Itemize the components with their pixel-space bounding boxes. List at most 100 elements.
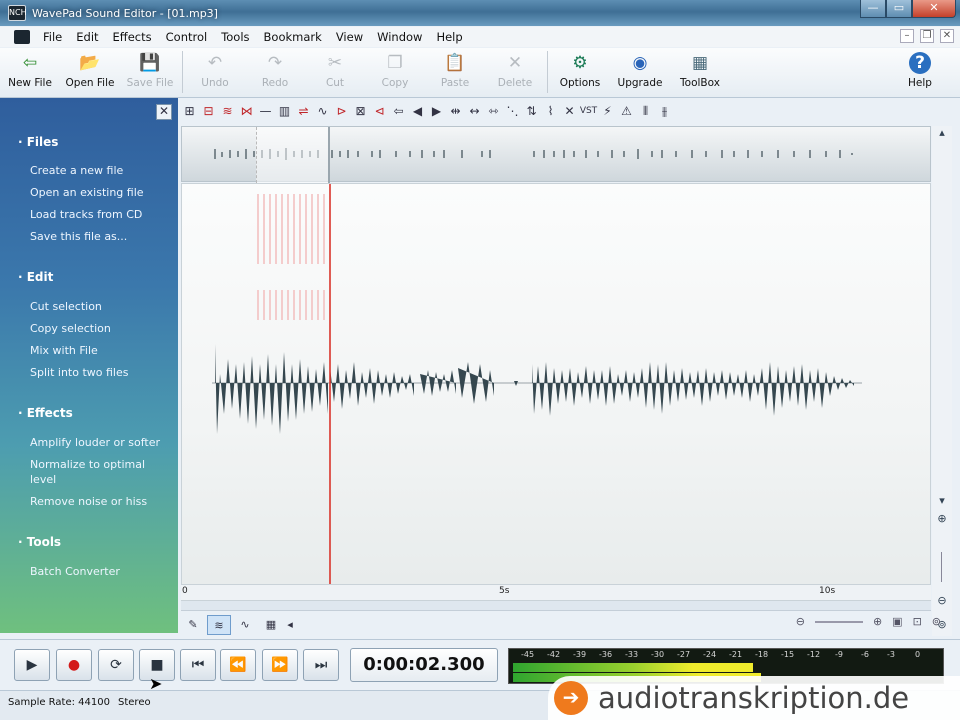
sidebar-create-new-file[interactable]: Create a new file <box>30 163 170 178</box>
arrow-left-icon[interactable]: ⇦ <box>389 102 408 120</box>
insert-icon[interactable]: ⇌ <box>294 102 313 120</box>
loop-button[interactable]: ⟳ <box>98 649 134 681</box>
overview-selection[interactable] <box>256 127 330 183</box>
echo-icon[interactable]: ∿ <box>313 102 332 120</box>
scroll-down-arrow-icon[interactable]: ▾ <box>935 494 949 508</box>
trim-icon[interactable]: ⊟ <box>199 102 218 120</box>
compress-icon[interactable]: ⇹ <box>446 102 465 120</box>
vertical-zoom-out-icon[interactable]: ⊖ <box>935 594 949 608</box>
scroll-up-arrow-icon[interactable]: ▴ <box>935 126 949 140</box>
fast-forward-button[interactable]: ⏩ <box>262 649 298 681</box>
envelope-icon[interactable]: ⌇ <box>541 102 560 120</box>
horizontal-scrollbar[interactable] <box>181 601 931 611</box>
doc-minimize-button[interactable]: – <box>900 29 914 43</box>
doc-close-button[interactable]: ✕ <box>940 29 954 43</box>
vertical-zoom-slider[interactable] <box>941 552 942 582</box>
waveform-view-icon[interactable]: ≋ <box>207 615 231 635</box>
vertical-zoom-bar[interactable]: ▴ ▾ ⊕ ⊖ ⊚ <box>932 126 952 636</box>
cut-button[interactable]: ✂ Cut <box>305 48 365 96</box>
pitch-icon[interactable]: ⋱ <box>503 102 522 120</box>
sidebar-mix-with-file[interactable]: Mix with File <box>30 343 170 358</box>
eq-icon[interactable]: ⇅ <box>522 102 541 120</box>
silence-icon[interactable]: — <box>256 102 275 120</box>
undo-button[interactable]: ↶ Undo <box>185 48 245 96</box>
sidebar-copy-selection[interactable]: Copy selection <box>30 321 170 336</box>
spectral-view-icon[interactable]: ∿ <box>233 615 257 635</box>
play-button[interactable]: ▶ <box>14 649 50 681</box>
zoom-full-icon[interactable]: ⊚ <box>932 615 941 628</box>
mark-icon[interactable]: ⊠ <box>351 102 370 120</box>
amplify-wave-icon[interactable]: ⋈ <box>237 102 256 120</box>
rewind-button[interactable]: ⏪ <box>220 649 256 681</box>
overview-waveform[interactable] <box>181 126 931 183</box>
zoom-in-magnifier-icon[interactable]: ⊕ <box>873 615 882 628</box>
split-icon[interactable]: ⊞ <box>180 102 199 120</box>
sidebar-load-tracks-cd[interactable]: Load tracks from CD <box>30 207 170 222</box>
remove-x-icon[interactable]: ✕ <box>560 102 579 120</box>
redo-button[interactable]: ↷ Redo <box>245 48 305 96</box>
close-button[interactable]: ✕ <box>912 0 956 18</box>
normalize-icon[interactable]: ▥ <box>275 102 294 120</box>
menu-control[interactable]: Control <box>159 30 215 44</box>
menu-window[interactable]: Window <box>370 30 429 44</box>
vertical-zoom-in-icon[interactable]: ⊕ <box>935 512 949 526</box>
sidebar-batch-converter[interactable]: Batch Converter <box>30 564 170 579</box>
sidebar-amplify[interactable]: Amplify louder or softer <box>30 435 170 450</box>
selection-start-icon[interactable]: ⊳ <box>332 102 351 120</box>
save-file-button[interactable]: 💾 Save File <box>120 48 180 96</box>
toolbox-button[interactable]: ▦ ToolBox <box>670 48 730 96</box>
go-to-start-button[interactable]: ⏮ <box>180 649 216 681</box>
sidebar-open-existing-file[interactable]: Open an existing file <box>30 185 170 200</box>
wand-icon[interactable]: ⚡ <box>598 102 617 120</box>
menu-file[interactable]: File <box>36 30 69 44</box>
time-ruler[interactable]: 0 5s 10s <box>181 585 931 601</box>
fade-icon[interactable]: ≋ <box>218 102 237 120</box>
menu-effects[interactable]: Effects <box>106 30 159 44</box>
sidebar-split-two-files[interactable]: Split into two files <box>30 365 170 380</box>
sidebar-save-file-as[interactable]: Save this file as... <box>30 229 170 244</box>
upgrade-button[interactable]: ◉ Upgrade <box>610 48 670 96</box>
chain-icon[interactable]: ⫴ <box>636 102 655 120</box>
go-to-end-button[interactable]: ⏭ <box>303 649 339 681</box>
menu-help[interactable]: Help <box>429 30 469 44</box>
expand-icon[interactable]: ↔ <box>465 102 484 120</box>
waveform-graphic <box>212 184 862 584</box>
menu-view[interactable]: View <box>329 30 370 44</box>
sidebar-normalize[interactable]: Normalize to optimal level <box>30 457 170 487</box>
sidebar-remove-noise[interactable]: Remove noise or hiss <box>30 494 170 509</box>
title-bar[interactable]: NCH WavePad Sound Editor - [01.mp3] — ▭ … <box>0 0 960 26</box>
spectrogram-view-icon[interactable]: ▦ <box>259 615 283 635</box>
help-button[interactable]: ? Help <box>890 48 950 96</box>
horizontal-zoom-slider[interactable] <box>814 620 863 623</box>
sample-rate-label: Sample Rate: 44100 <box>8 697 110 708</box>
open-file-button[interactable]: 📂 Open File <box>60 48 120 96</box>
sidebar-close-button[interactable]: ✕ <box>156 104 172 120</box>
menu-bookmark[interactable]: Bookmark <box>257 30 329 44</box>
sidebar-cut-selection[interactable]: Cut selection <box>30 299 170 314</box>
menu-edit[interactable]: Edit <box>69 30 105 44</box>
vst-icon[interactable]: VST <box>579 102 598 120</box>
time-display: 0:00:02.300 <box>350 648 498 682</box>
play-forward-icon[interactable]: ▶ <box>427 102 446 120</box>
main-waveform-editor[interactable] <box>181 183 931 585</box>
new-file-button[interactable]: ⇦ New File <box>0 48 60 96</box>
batch-icon[interactable]: ⫵ <box>655 102 674 120</box>
delete-button[interactable]: ✕ Delete <box>485 48 545 96</box>
options-button[interactable]: ⚙ Options <box>550 48 610 96</box>
scroll-left-icon[interactable]: ◂ <box>285 615 295 635</box>
play-back-icon[interactable]: ◀ <box>408 102 427 120</box>
zoom-out-magnifier-icon[interactable]: ⊖ <box>796 615 805 628</box>
minimize-button[interactable]: — <box>860 0 886 18</box>
record-button[interactable]: ● <box>56 649 92 681</box>
pencil-icon[interactable]: ✎ <box>181 615 205 635</box>
maximize-button[interactable]: ▭ <box>886 0 912 18</box>
doc-restore-button[interactable]: ❐ <box>920 29 934 43</box>
zoom-selection-icon[interactable]: ⊡ <box>913 615 922 628</box>
zoom-fit-icon[interactable]: ▣ <box>892 615 902 628</box>
menu-tools[interactable]: Tools <box>214 30 256 44</box>
reverse-icon[interactable]: ⊲ <box>370 102 389 120</box>
copy-button[interactable]: ❐ Copy <box>365 48 425 96</box>
stretch-icon[interactable]: ⇿ <box>484 102 503 120</box>
paste-button[interactable]: 📋 Paste <box>425 48 485 96</box>
noise-icon[interactable]: ⚠ <box>617 102 636 120</box>
